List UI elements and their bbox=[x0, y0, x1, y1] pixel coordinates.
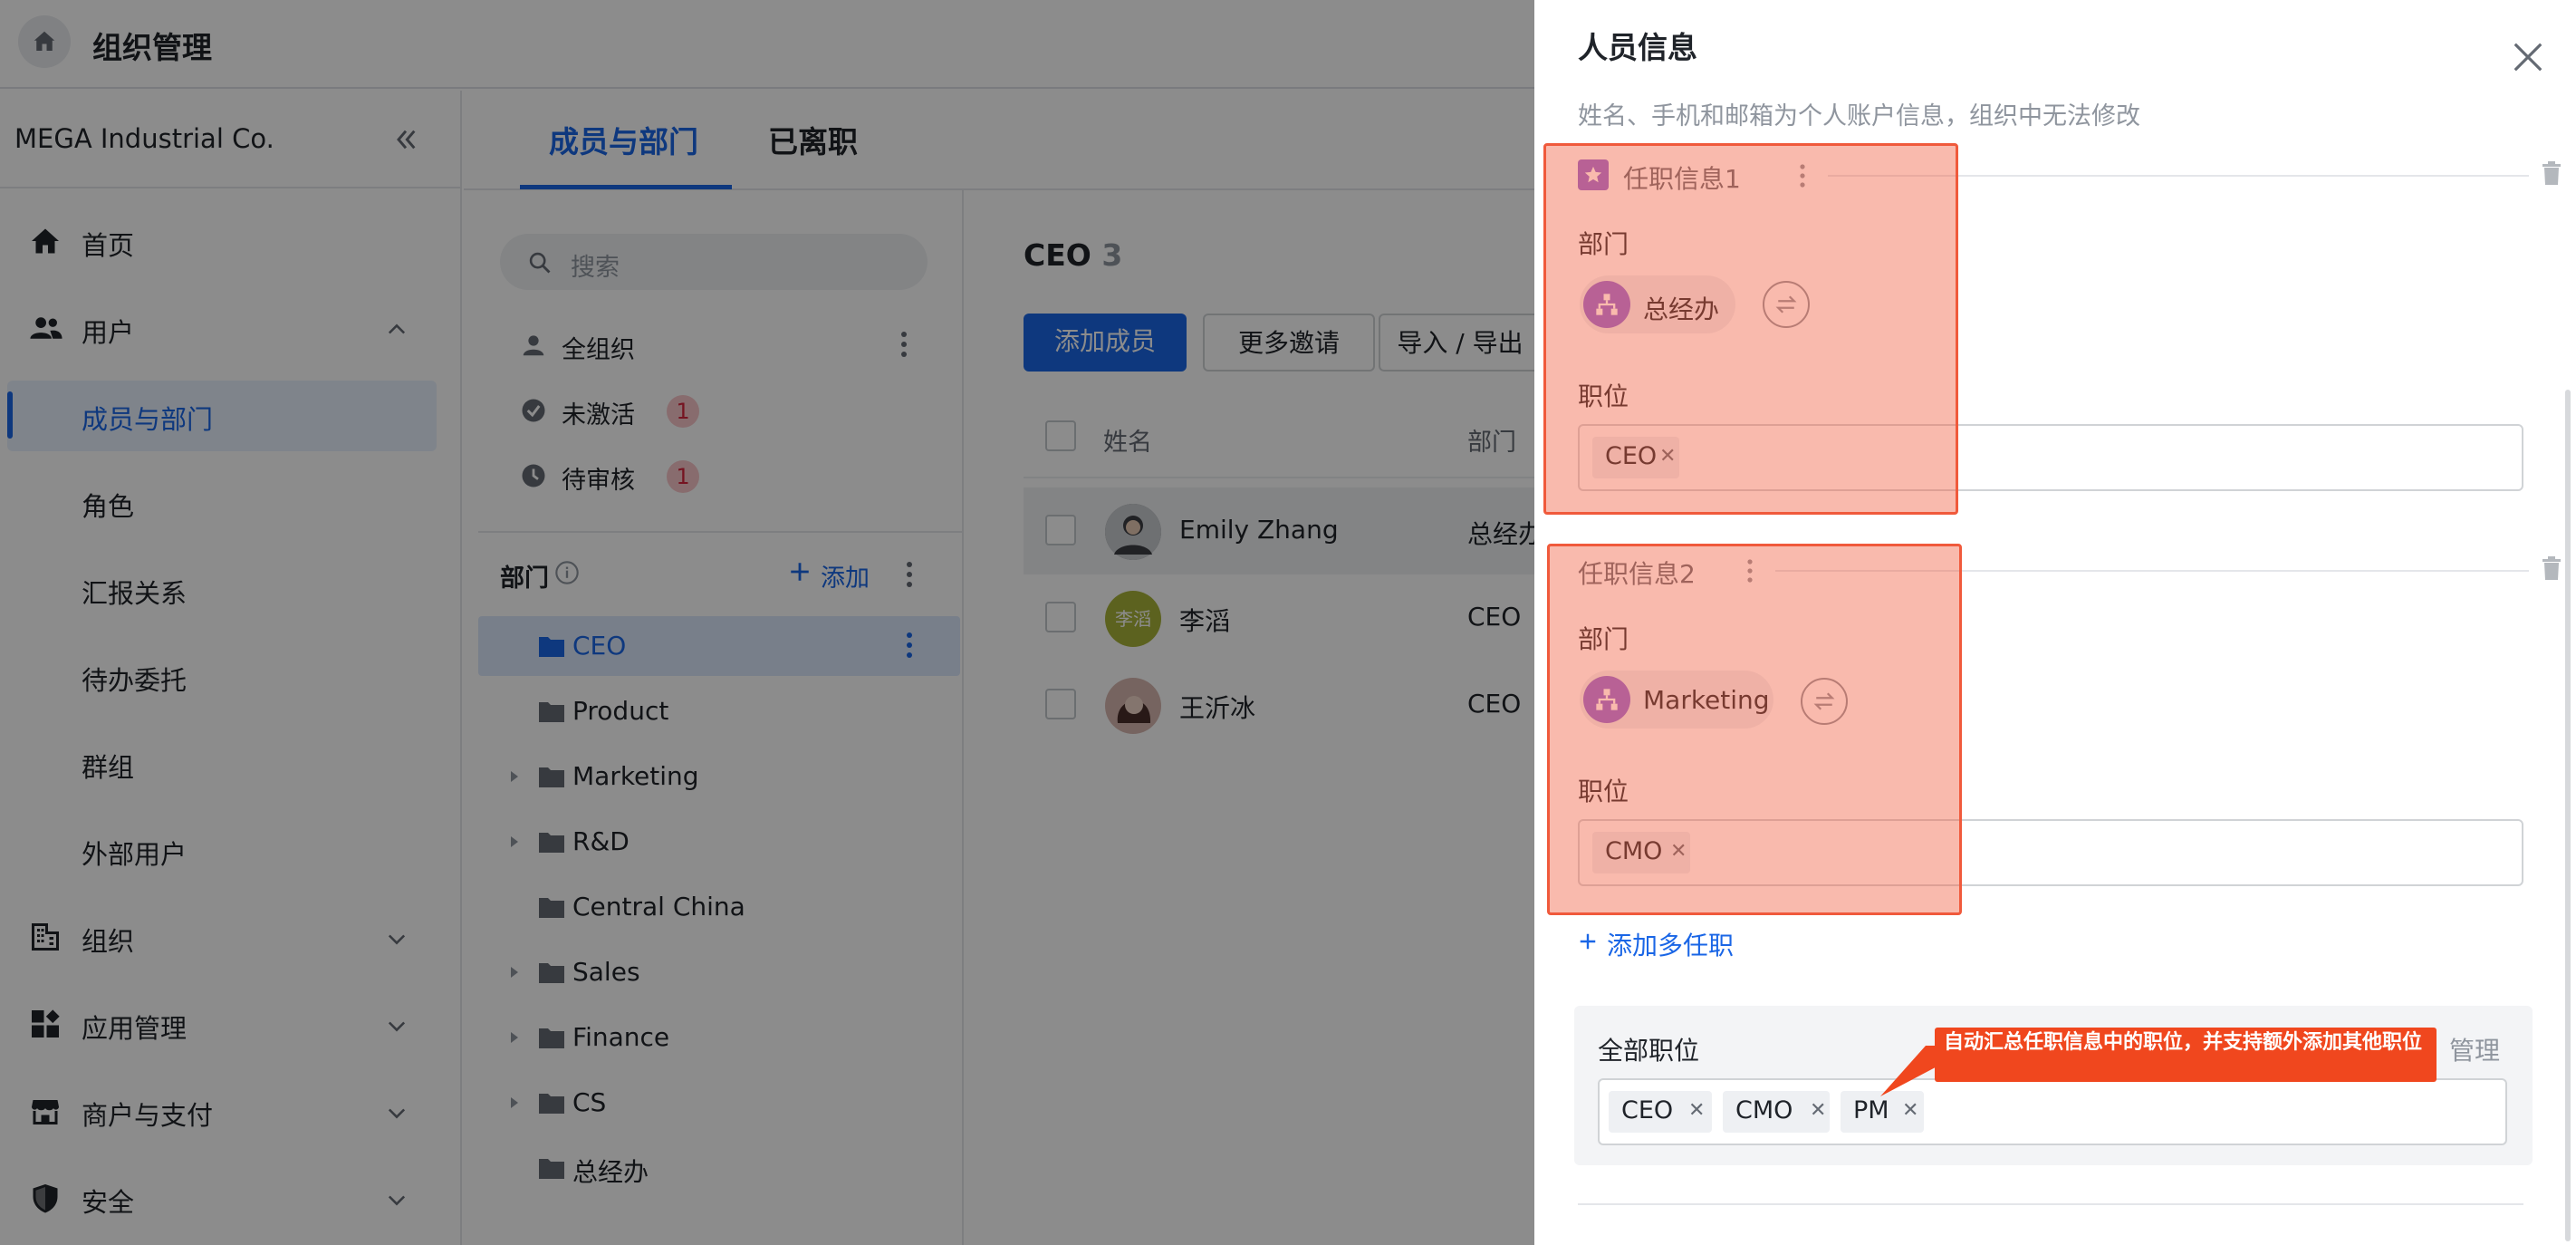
highlight-box bbox=[1547, 544, 1962, 915]
position-tag: CMO ✕ bbox=[1723, 1091, 1830, 1133]
divider bbox=[1578, 1203, 2523, 1205]
remove-tag-icon[interactable]: ✕ bbox=[1688, 1091, 1705, 1131]
plus-icon bbox=[1580, 933, 1596, 950]
modal-overlay[interactable] bbox=[0, 0, 1534, 1245]
annotation-callout: 自动汇总任职信息中的职位，并支持额外添加其他职位 bbox=[1935, 1028, 2437, 1082]
position-tag: PM ✕ bbox=[1841, 1091, 1924, 1133]
all-positions-input[interactable]: CEO ✕ CMO ✕ PM ✕ bbox=[1598, 1078, 2507, 1145]
all-positions-label: 全部职位 bbox=[1598, 1036, 1700, 1066]
manage-positions-link[interactable]: 管理 bbox=[2449, 1031, 2500, 1067]
scrollbar[interactable] bbox=[2565, 390, 2571, 1241]
trash-icon[interactable] bbox=[2542, 161, 2562, 185]
close-icon[interactable] bbox=[2511, 40, 2545, 74]
tag-label: CEO bbox=[1621, 1096, 1674, 1124]
tag-label: CMO bbox=[1735, 1096, 1793, 1124]
add-multi-job-label: 添加多任职 bbox=[1607, 931, 1735, 960]
drawer-subtitle: 姓名、手机和邮箱为个人账户信息，组织中无法修改 bbox=[1578, 102, 2140, 130]
trash-icon[interactable] bbox=[2542, 556, 2562, 580]
tag-label: PM bbox=[1853, 1096, 1889, 1124]
position-tag: CEO ✕ bbox=[1609, 1091, 1712, 1133]
add-multi-job-button[interactable]: 添加多任职 bbox=[1578, 922, 1777, 962]
remove-tag-icon[interactable]: ✕ bbox=[1902, 1091, 1918, 1131]
remove-tag-icon[interactable]: ✕ bbox=[1810, 1091, 1826, 1131]
drawer-title: 人员信息 bbox=[1578, 30, 1697, 65]
highlight-box bbox=[1543, 143, 1958, 515]
